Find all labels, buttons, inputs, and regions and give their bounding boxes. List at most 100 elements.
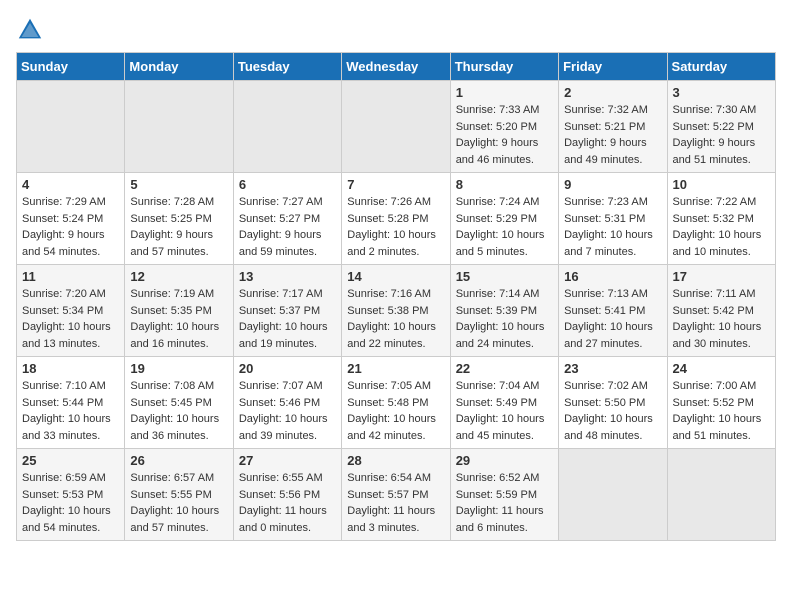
day-number: 24 [673, 361, 770, 376]
calendar-cell: 5 Sunrise: 7:28 AM Sunset: 5:25 PM Daylig… [125, 173, 233, 265]
day-info: Sunrise: 7:24 AM Sunset: 5:29 PM Dayligh… [456, 194, 553, 260]
week-row-3: 18 Sunrise: 7:10 AM Sunset: 5:44 PM Dayli… [17, 357, 776, 449]
day-number: 23 [564, 361, 661, 376]
calendar-cell: 4 Sunrise: 7:29 AM Sunset: 5:24 PM Daylig… [17, 173, 125, 265]
day-info: Sunrise: 7:04 AM Sunset: 5:49 PM Dayligh… [456, 378, 553, 444]
day-info: Sunrise: 7:00 AM Sunset: 5:52 PM Dayligh… [673, 378, 770, 444]
day-info: Sunrise: 7:29 AM Sunset: 5:24 PM Dayligh… [22, 194, 119, 260]
logo-icon [16, 16, 44, 44]
weekday-header-row: SundayMondayTuesdayWednesdayThursdayFrid… [17, 53, 776, 81]
day-number: 5 [130, 177, 227, 192]
calendar-cell: 7Sunrise: 7:26 AM Sunset: 5:28 PM Daylig… [342, 173, 450, 265]
calendar-cell: 25 Sunrise: 6:59 AM Sunset: 5:53 PM Dayli… [17, 449, 125, 541]
week-row-4: 25 Sunrise: 6:59 AM Sunset: 5:53 PM Dayli… [17, 449, 776, 541]
calendar-cell: 19Sunrise: 7:08 AM Sunset: 5:45 PM Dayli… [125, 357, 233, 449]
day-number: 3 [673, 85, 770, 100]
calendar-cell: 3 Sunrise: 7:30 AM Sunset: 5:22 PM Daylig… [667, 81, 775, 173]
day-info: Sunrise: 7:14 AM Sunset: 5:39 PM Dayligh… [456, 286, 553, 352]
calendar-table: SundayMondayTuesdayWednesdayThursdayFrid… [16, 52, 776, 541]
calendar-cell: 9 Sunrise: 7:23 AM Sunset: 5:31 PM Daylig… [559, 173, 667, 265]
calendar-cell: 10 Sunrise: 7:22 AM Sunset: 5:32 PM Dayli… [667, 173, 775, 265]
calendar-cell: 18 Sunrise: 7:10 AM Sunset: 5:44 PM Dayli… [17, 357, 125, 449]
calendar-cell: 20 Sunrise: 7:07 AM Sunset: 5:46 PM Dayli… [233, 357, 341, 449]
calendar-cell: 8 Sunrise: 7:24 AM Sunset: 5:29 PM Daylig… [450, 173, 558, 265]
day-info: Sunrise: 7:28 AM Sunset: 5:25 PM Dayligh… [130, 194, 227, 260]
day-info: Sunrise: 6:59 AM Sunset: 5:53 PM Dayligh… [22, 470, 119, 536]
calendar-cell: 24 Sunrise: 7:00 AM Sunset: 5:52 PM Dayli… [667, 357, 775, 449]
calendar-cell [559, 449, 667, 541]
week-row-0: 1 Sunrise: 7:33 AM Sunset: 5:20 PM Daylig… [17, 81, 776, 173]
day-info: Sunrise: 6:54 AM Sunset: 5:57 PM Dayligh… [347, 470, 444, 536]
day-number: 29 [456, 453, 553, 468]
day-number: 7 [347, 177, 444, 192]
weekday-header-monday: Monday [125, 53, 233, 81]
calendar-cell: 1 Sunrise: 7:33 AM Sunset: 5:20 PM Daylig… [450, 81, 558, 173]
calendar-cell: 13 Sunrise: 7:17 AM Sunset: 5:37 PM Dayli… [233, 265, 341, 357]
header [16, 16, 776, 44]
calendar-cell [342, 81, 450, 173]
calendar-cell: 14 Sunrise: 7:16 AM Sunset: 5:38 PM Dayli… [342, 265, 450, 357]
day-info: Sunrise: 7:33 AM Sunset: 5:20 PM Dayligh… [456, 102, 553, 168]
calendar-cell: 16 Sunrise: 7:13 AM Sunset: 5:41 PM Dayli… [559, 265, 667, 357]
day-info: Sunrise: 7:30 AM Sunset: 5:22 PM Dayligh… [673, 102, 770, 168]
day-number: 1 [456, 85, 553, 100]
day-info: Sunrise: 7:10 AM Sunset: 5:44 PM Dayligh… [22, 378, 119, 444]
day-info: Sunrise: 7:27 AM Sunset: 5:27 PM Dayligh… [239, 194, 336, 260]
day-number: 2 [564, 85, 661, 100]
day-number: 12 [130, 269, 227, 284]
day-number: 28 [347, 453, 444, 468]
day-number: 22 [456, 361, 553, 376]
day-number: 19 [130, 361, 227, 376]
day-info: Sunrise: 7:05 AM Sunset: 5:48 PM Dayligh… [347, 378, 444, 444]
day-number: 15 [456, 269, 553, 284]
day-info: Sunrise: 7:16 AM Sunset: 5:38 PM Dayligh… [347, 286, 444, 352]
calendar-cell: 27Sunrise: 6:55 AM Sunset: 5:56 PM Dayli… [233, 449, 341, 541]
day-number: 20 [239, 361, 336, 376]
day-info: Sunrise: 6:55 AM Sunset: 5:56 PM Dayligh… [239, 470, 336, 536]
day-info: Sunrise: 7:02 AM Sunset: 5:50 PM Dayligh… [564, 378, 661, 444]
calendar-body: 1 Sunrise: 7:33 AM Sunset: 5:20 PM Daylig… [17, 81, 776, 541]
calendar-cell: 26 Sunrise: 6:57 AM Sunset: 5:55 PM Dayli… [125, 449, 233, 541]
weekday-header-sunday: Sunday [17, 53, 125, 81]
day-info: Sunrise: 7:17 AM Sunset: 5:37 PM Dayligh… [239, 286, 336, 352]
day-number: 10 [673, 177, 770, 192]
day-number: 13 [239, 269, 336, 284]
calendar-cell: 15 Sunrise: 7:14 AM Sunset: 5:39 PM Dayli… [450, 265, 558, 357]
day-info: Sunrise: 7:19 AM Sunset: 5:35 PM Dayligh… [130, 286, 227, 352]
calendar-cell [125, 81, 233, 173]
weekday-header-wednesday: Wednesday [342, 53, 450, 81]
logo [16, 16, 48, 44]
week-row-2: 11Sunrise: 7:20 AM Sunset: 5:34 PM Dayli… [17, 265, 776, 357]
day-number: 4 [22, 177, 119, 192]
day-number: 16 [564, 269, 661, 284]
day-info: Sunrise: 7:13 AM Sunset: 5:41 PM Dayligh… [564, 286, 661, 352]
day-number: 18 [22, 361, 119, 376]
day-info: Sunrise: 7:11 AM Sunset: 5:42 PM Dayligh… [673, 286, 770, 352]
day-info: Sunrise: 7:23 AM Sunset: 5:31 PM Dayligh… [564, 194, 661, 260]
day-info: Sunrise: 7:32 AM Sunset: 5:21 PM Dayligh… [564, 102, 661, 168]
day-info: Sunrise: 7:20 AM Sunset: 5:34 PM Dayligh… [22, 286, 119, 352]
calendar-cell: 28 Sunrise: 6:54 AM Sunset: 5:57 PM Dayli… [342, 449, 450, 541]
weekday-header-saturday: Saturday [667, 53, 775, 81]
day-number: 21 [347, 361, 444, 376]
week-row-1: 4 Sunrise: 7:29 AM Sunset: 5:24 PM Daylig… [17, 173, 776, 265]
day-info: Sunrise: 6:52 AM Sunset: 5:59 PM Dayligh… [456, 470, 553, 536]
calendar-cell: 21 Sunrise: 7:05 AM Sunset: 5:48 PM Dayli… [342, 357, 450, 449]
day-number: 17 [673, 269, 770, 284]
calendar-cell: 22 Sunrise: 7:04 AM Sunset: 5:49 PM Dayli… [450, 357, 558, 449]
day-number: 14 [347, 269, 444, 284]
calendar-cell [17, 81, 125, 173]
weekday-header-tuesday: Tuesday [233, 53, 341, 81]
calendar-cell: 6Sunrise: 7:27 AM Sunset: 5:27 PM Daylig… [233, 173, 341, 265]
day-number: 25 [22, 453, 119, 468]
day-info: Sunrise: 6:57 AM Sunset: 5:55 PM Dayligh… [130, 470, 227, 536]
calendar-cell: 2 Sunrise: 7:32 AM Sunset: 5:21 PM Daylig… [559, 81, 667, 173]
calendar-cell: 29 Sunrise: 6:52 AM Sunset: 5:59 PM Dayli… [450, 449, 558, 541]
day-number: 8 [456, 177, 553, 192]
calendar-cell: 11Sunrise: 7:20 AM Sunset: 5:34 PM Dayli… [17, 265, 125, 357]
day-info: Sunrise: 7:07 AM Sunset: 5:46 PM Dayligh… [239, 378, 336, 444]
calendar-cell [667, 449, 775, 541]
day-number: 9 [564, 177, 661, 192]
day-number: 26 [130, 453, 227, 468]
day-info: Sunrise: 7:22 AM Sunset: 5:32 PM Dayligh… [673, 194, 770, 260]
